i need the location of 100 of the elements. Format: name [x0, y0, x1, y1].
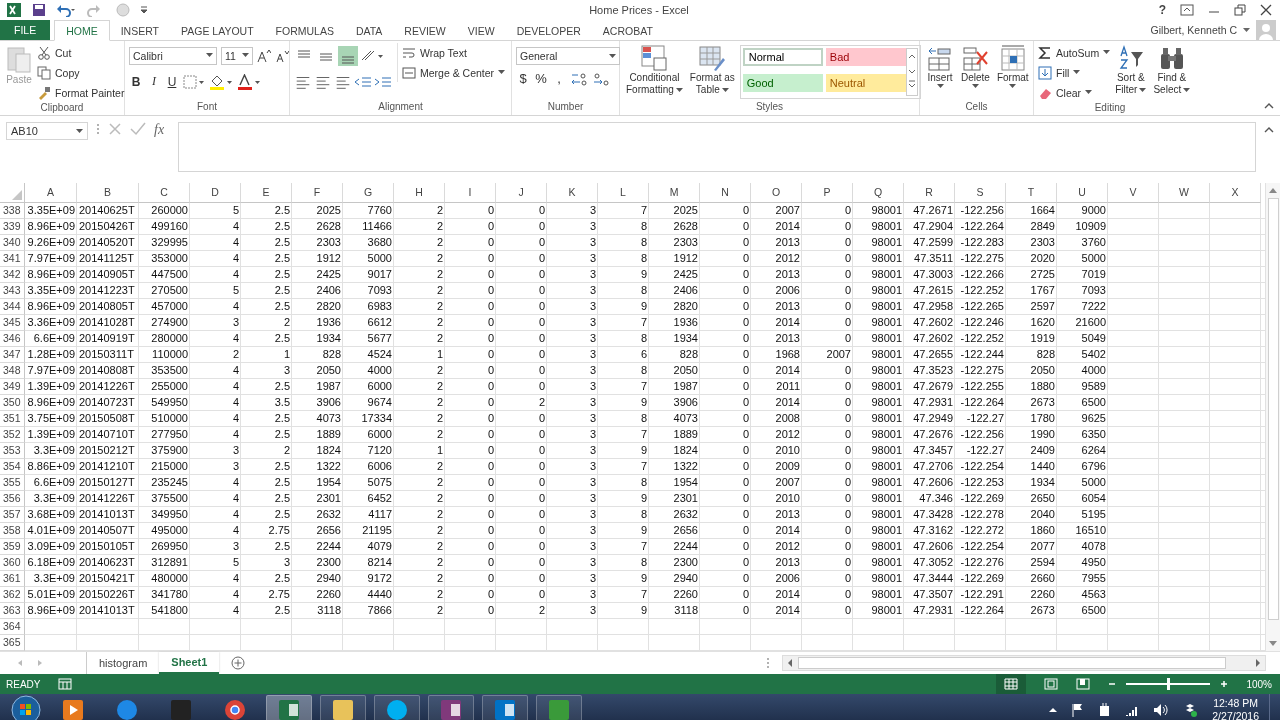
help-button[interactable]: ? [1158, 3, 1166, 17]
row-header[interactable]: 345 [0, 315, 25, 331]
column-header[interactable]: V [1108, 183, 1159, 203]
row-header[interactable]: 340 [0, 235, 25, 251]
cut-button[interactable]: Cut [37, 43, 125, 62]
row-header[interactable]: 346 [0, 331, 25, 347]
find-select-button[interactable]: Find & Select [1151, 43, 1193, 97]
zoom-out-icon[interactable] [1108, 680, 1116, 688]
cell-style-option[interactable]: Normal [742, 48, 823, 66]
zoom-in-icon[interactable] [1220, 680, 1228, 688]
currency-button[interactable]: $ [516, 71, 530, 86]
save-icon[interactable] [32, 3, 46, 17]
copy-button[interactable]: Copy [37, 63, 125, 82]
grow-font-icon[interactable] [257, 48, 271, 63]
clear-button[interactable]: Clear [1038, 83, 1111, 102]
show-hidden-icon[interactable] [1049, 706, 1058, 713]
caret-icon[interactable] [1243, 27, 1250, 33]
row-header[interactable]: 352 [0, 427, 25, 443]
italic-button[interactable]: I [147, 74, 161, 89]
row-header[interactable]: 347 [0, 347, 25, 363]
column-header[interactable]: U [1057, 183, 1108, 203]
font-family-field[interactable]: Calibri [129, 46, 217, 65]
column-header[interactable]: G [343, 183, 394, 203]
clock-time[interactable]: 12:48 PM [1213, 696, 1259, 710]
scroll-left-icon[interactable] [786, 658, 794, 668]
conditional-formatting-button[interactable]: Conditional Formatting [624, 43, 685, 97]
bold-button[interactable]: B [129, 74, 143, 89]
collapse-ribbon-icon[interactable] [1264, 102, 1274, 109]
scroll-down-icon[interactable] [1268, 640, 1278, 648]
column-header[interactable]: J [496, 183, 547, 203]
normal-view-icon[interactable] [996, 674, 1026, 694]
row-header[interactable]: 356 [0, 491, 25, 507]
number-format-field[interactable]: General [516, 47, 620, 65]
autosum-button[interactable]: AutoSum [1038, 43, 1111, 62]
decrease-decimal-icon[interactable] [592, 70, 610, 87]
insert-cells-button[interactable]: Insert [924, 43, 956, 90]
row-header[interactable]: 355 [0, 475, 25, 491]
undo-icon[interactable] [56, 3, 76, 17]
row-header[interactable]: 344 [0, 299, 25, 315]
column-header[interactable]: F [292, 183, 343, 203]
ribbon-tab[interactable]: DEVELOPER [505, 20, 592, 41]
column-header[interactable]: O [751, 183, 802, 203]
column-header[interactable]: M [649, 183, 700, 203]
row-header[interactable]: 354 [0, 459, 25, 475]
row-header[interactable]: 353 [0, 443, 25, 459]
increase-decimal-icon[interactable] [570, 70, 588, 87]
scroll-right-icon[interactable] [1254, 658, 1262, 668]
scroll-up-icon[interactable] [1268, 186, 1278, 194]
restore-icon[interactable] [1234, 4, 1246, 16]
ribbon-tab[interactable]: FORMULAS [264, 20, 345, 41]
row-header[interactable]: 362 [0, 587, 25, 603]
comma-button[interactable]: , [552, 71, 566, 86]
column-header[interactable]: A [25, 183, 77, 203]
vertical-scrollbar[interactable] [1265, 183, 1280, 651]
sheet-tab[interactable]: Sheet1 [159, 652, 220, 674]
vertical-align-icon[interactable] [338, 45, 358, 66]
row-header[interactable]: 351 [0, 411, 25, 427]
column-header[interactable]: N [700, 183, 751, 203]
row-header[interactable]: 341 [0, 251, 25, 267]
format-cells-button[interactable]: Format [994, 43, 1031, 90]
column-header[interactable]: T [1006, 183, 1057, 203]
cell-style-option[interactable]: Good [742, 73, 823, 92]
column-header[interactable]: L [598, 183, 649, 203]
customize-icon[interactable] [140, 6, 148, 14]
column-header[interactable]: Q [853, 183, 904, 203]
cell-style-option[interactable]: Neutral [825, 73, 906, 92]
underline-button[interactable]: U [165, 74, 179, 89]
user-name[interactable]: Gilbert, Kenneth C [1150, 24, 1237, 36]
ribbon-tab[interactable]: REVIEW [393, 20, 457, 41]
formula-input[interactable] [178, 122, 1256, 172]
row-header[interactable]: 343 [0, 283, 25, 299]
shrink-font-icon[interactable] [275, 48, 289, 63]
volume-icon[interactable] [1153, 702, 1170, 717]
page-layout-view-icon[interactable] [1044, 678, 1058, 690]
column-header[interactable]: X [1210, 183, 1261, 203]
fill-color-icon[interactable] [209, 73, 233, 90]
column-header[interactable]: B [77, 183, 139, 203]
row-header[interactable]: 365 [0, 635, 25, 651]
column-header[interactable]: H [394, 183, 445, 203]
column-header[interactable]: D [190, 183, 241, 203]
column-header[interactable]: R [904, 183, 955, 203]
add-sheet-icon[interactable] [231, 656, 246, 670]
clock-date[interactable]: 2/27/2016 [1212, 709, 1259, 720]
start-button[interactable] [11, 694, 41, 720]
ribbon-tab[interactable]: VIEW [456, 20, 506, 41]
collapse-formula-bar-icon[interactable] [1264, 126, 1274, 133]
font-size-field[interactable]: 11 [221, 46, 253, 65]
taskbar-app[interactable] [428, 694, 474, 720]
ribbon-tab[interactable]: INSERT [109, 20, 170, 41]
taskbar-app[interactable] [482, 694, 528, 720]
row-header[interactable]: 339 [0, 219, 25, 235]
taskbar-app[interactable] [320, 694, 366, 720]
delete-cells-button[interactable]: Delete [959, 43, 992, 90]
sort-filter-button[interactable]: Sort & Filter [1113, 43, 1149, 97]
cell-style-option[interactable]: Bad [825, 48, 906, 66]
ribbon-display-icon[interactable] [1180, 4, 1194, 16]
ribbon-tab[interactable]: DATA [344, 20, 394, 41]
horizontal-scrollbar[interactable] [782, 655, 1266, 671]
row-header[interactable]: 361 [0, 571, 25, 587]
column-header[interactable]: I [445, 183, 496, 203]
